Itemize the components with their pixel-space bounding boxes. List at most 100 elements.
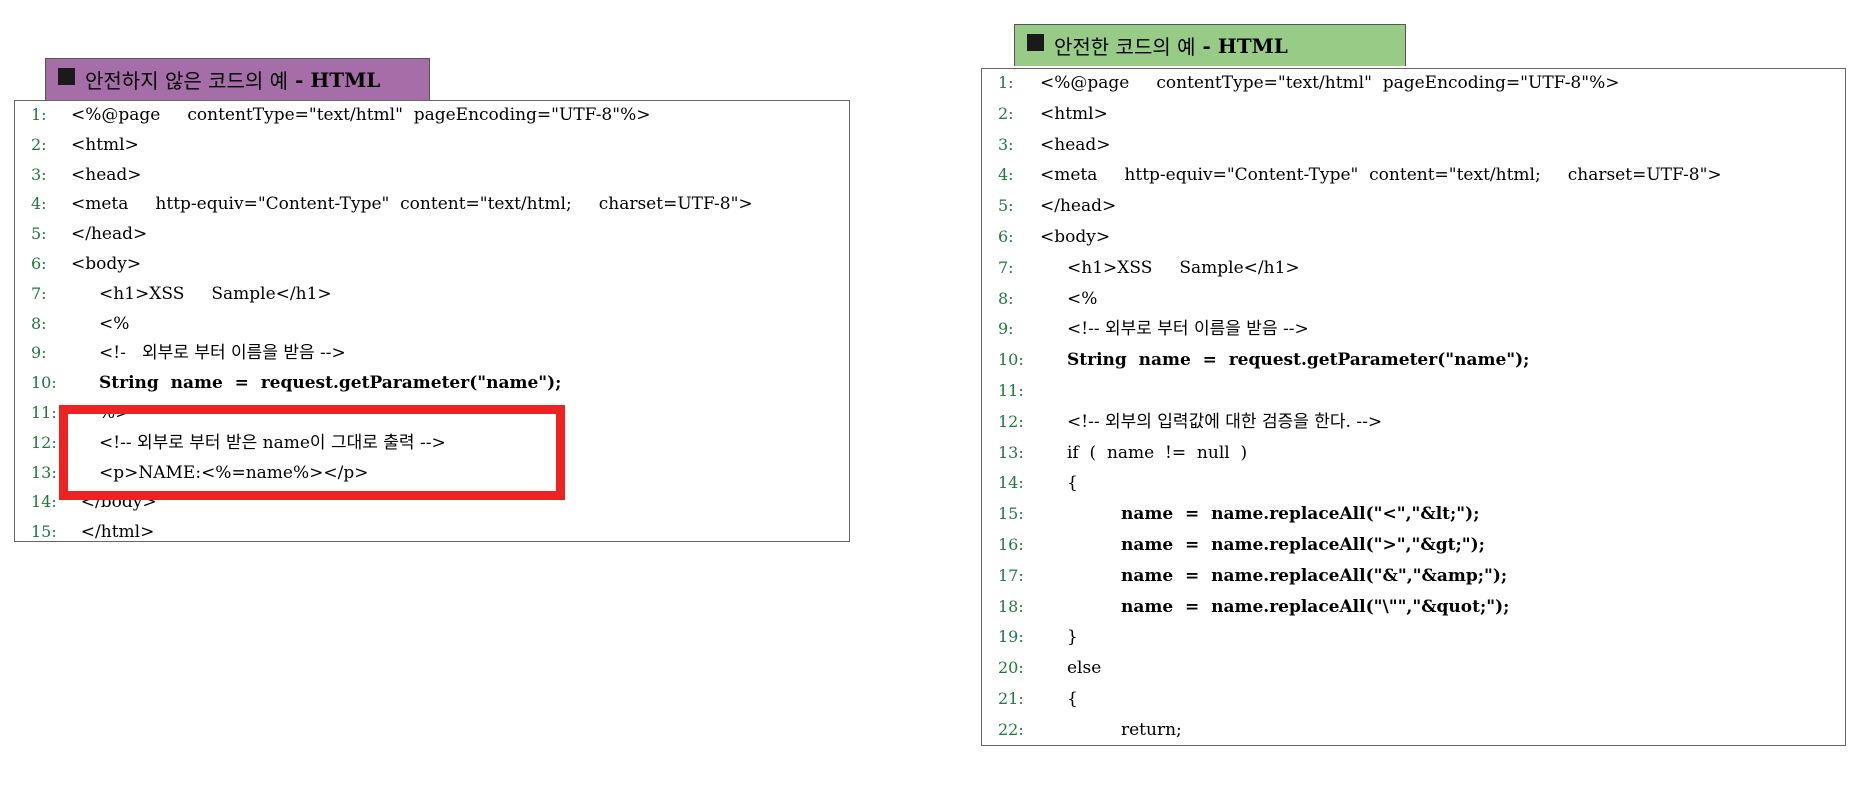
line-number: 12: [31, 432, 57, 452]
safe-code-title: 안전한 코드의 예 - HTML [1014, 24, 1406, 66]
code-text: { [1067, 473, 1078, 494]
line-number: 3: [998, 134, 1014, 154]
line-number: 15: [31, 522, 57, 542]
line-number: 1: [31, 105, 47, 124]
line-number: 10: [31, 373, 57, 393]
code-line: 13: if ( name != null ) [982, 440, 1845, 466]
line-number: 20: [998, 658, 1024, 678]
code-text: <html> [71, 134, 139, 155]
code-text: <!-- 외부로 부터 이름을 받음 --> [1067, 319, 1309, 340]
code-text: String name = request.getParameter("name… [99, 373, 562, 394]
line-number: 2: [998, 103, 1014, 123]
code-line: 17: name = name.replaceAll("&","&amp;"); [982, 563, 1845, 589]
line-number: 6: [998, 227, 1014, 246]
code-text: name = name.replaceAll(">","&gt;"); [1121, 535, 1485, 555]
code-text: return; [1121, 719, 1182, 740]
safe-title-text: 안전한 코드의 예 [1054, 35, 1196, 59]
code-line: 12: <!-- 외부의 입력값에 대한 검증을 한다. --> [982, 409, 1845, 435]
line-number: 1: [998, 73, 1014, 92]
line-number: 8: [998, 288, 1014, 308]
line-number: 21: [998, 689, 1024, 708]
code-text: <p>NAME:<%=name%></p> [99, 462, 369, 483]
code-line: 2: <html> [15, 132, 849, 158]
code-line: 21: { [982, 686, 1845, 712]
line-number: 11: [998, 381, 1024, 400]
code-text: <!- 외부로 부터 이름을 받음 --> [99, 343, 346, 364]
code-line: 15: name = name.replaceAll("<","&lt;"); [982, 501, 1845, 527]
code-text: <meta http-equiv="Content-Type" content=… [71, 194, 753, 215]
black-square-icon [1027, 34, 1044, 51]
code-line: 10: String name = request.getParameter("n… [15, 370, 849, 396]
line-number: 6: [31, 254, 47, 273]
code-text: <html> [1040, 103, 1108, 124]
code-line: 8: <% [15, 311, 849, 337]
code-text: <%@page contentType="text/html" pageEnco… [71, 105, 651, 125]
line-number: 7: [31, 283, 47, 303]
line-number: 13: [998, 442, 1024, 462]
safe-title-dash: - [1202, 33, 1211, 58]
code-line: 6: <body> [15, 251, 849, 277]
code-line: 7: <h1>XSS Sample</h1> [982, 255, 1845, 281]
code-text: </head> [71, 224, 148, 245]
code-text: %> [99, 403, 130, 423]
code-text: <% [99, 313, 130, 334]
code-text: <!-- 외부의 입력값에 대한 검증을 한다. --> [1067, 411, 1383, 432]
code-text: } [1067, 627, 1078, 648]
unsafe-code-block: 1: <%@page contentType="text/html" pageEn… [14, 100, 850, 542]
line-number: 16: [998, 535, 1024, 554]
code-line: 6: <body> [982, 224, 1845, 250]
code-text: <% [1067, 288, 1098, 309]
code-text: <!-- 외부로 부터 받은 name이 그대로 출력 --> [99, 432, 446, 453]
code-line: 1: <%@page contentType="text/html" pageEn… [15, 102, 849, 128]
line-number: 14: [31, 492, 57, 512]
code-text: <body> [1040, 227, 1111, 247]
line-number: 10: [998, 350, 1024, 370]
code-line: 14: { [982, 470, 1845, 496]
line-number: 7: [998, 257, 1014, 277]
code-line: 12: <!-- 외부로 부터 받은 name이 그대로 출력 --> [15, 430, 849, 456]
code-line: 9: <!-- 외부로 부터 이름을 받음 --> [982, 316, 1845, 342]
line-number: 5: [31, 224, 47, 244]
code-line: 19:} [982, 624, 1845, 650]
code-line: 2: <html> [982, 101, 1845, 127]
line-number: 8: [31, 313, 47, 333]
code-line: 4: <meta http-equiv="Content-Type" conten… [15, 191, 849, 217]
line-number: 9: [998, 319, 1014, 339]
code-text: <h1>XSS Sample</h1> [1067, 257, 1300, 278]
safe-title-lang: HTML [1217, 33, 1288, 58]
code-line: 5: </head> [982, 193, 1845, 219]
code-text: name = name.replaceAll("&","&amp;"); [1121, 565, 1508, 586]
code-line: 8: <% [982, 286, 1845, 312]
black-square-icon [58, 68, 75, 85]
code-text: <head> [71, 164, 142, 185]
line-number: 12: [998, 411, 1024, 431]
code-line: 3: <head> [15, 162, 849, 188]
code-line: 18: name = name.replaceAll("\"","&quot;")… [982, 594, 1845, 620]
code-line: 5: </head> [15, 221, 849, 247]
code-text: <head> [1040, 134, 1111, 155]
code-line: 11: %> [15, 400, 849, 426]
code-line: 3: <head> [982, 132, 1845, 158]
code-line: 22: return; [982, 717, 1845, 743]
code-text: { [1067, 689, 1078, 709]
code-text: <meta http-equiv="Content-Type" content=… [1040, 165, 1722, 186]
code-line: 20: else [982, 655, 1845, 681]
unsafe-title-dash: - [295, 67, 304, 92]
code-text: String name = request.getParameter("name… [1067, 350, 1530, 371]
code-text: </html> [80, 522, 155, 543]
line-number: 5: [998, 196, 1014, 216]
code-text: <body> [71, 254, 142, 274]
line-number: 14: [998, 473, 1024, 493]
code-text: name = name.replaceAll("\"","&quot;"); [1121, 596, 1510, 617]
line-number: 13: [31, 462, 57, 482]
line-number: 22: [998, 719, 1024, 739]
code-text: name = name.replaceAll("<","&lt;"); [1121, 504, 1480, 525]
code-text: if ( name != null ) [1067, 442, 1248, 463]
safe-code-block: 1: <%@page contentType="text/html" pageEn… [981, 68, 1846, 746]
code-text: </head> [1040, 196, 1117, 217]
code-text: else [1067, 658, 1102, 679]
line-number: 19: [998, 627, 1024, 647]
line-number: 4: [998, 165, 1014, 185]
code-text: <%@page contentType="text/html" pageEnco… [1040, 73, 1620, 93]
line-number: 11: [31, 403, 57, 422]
